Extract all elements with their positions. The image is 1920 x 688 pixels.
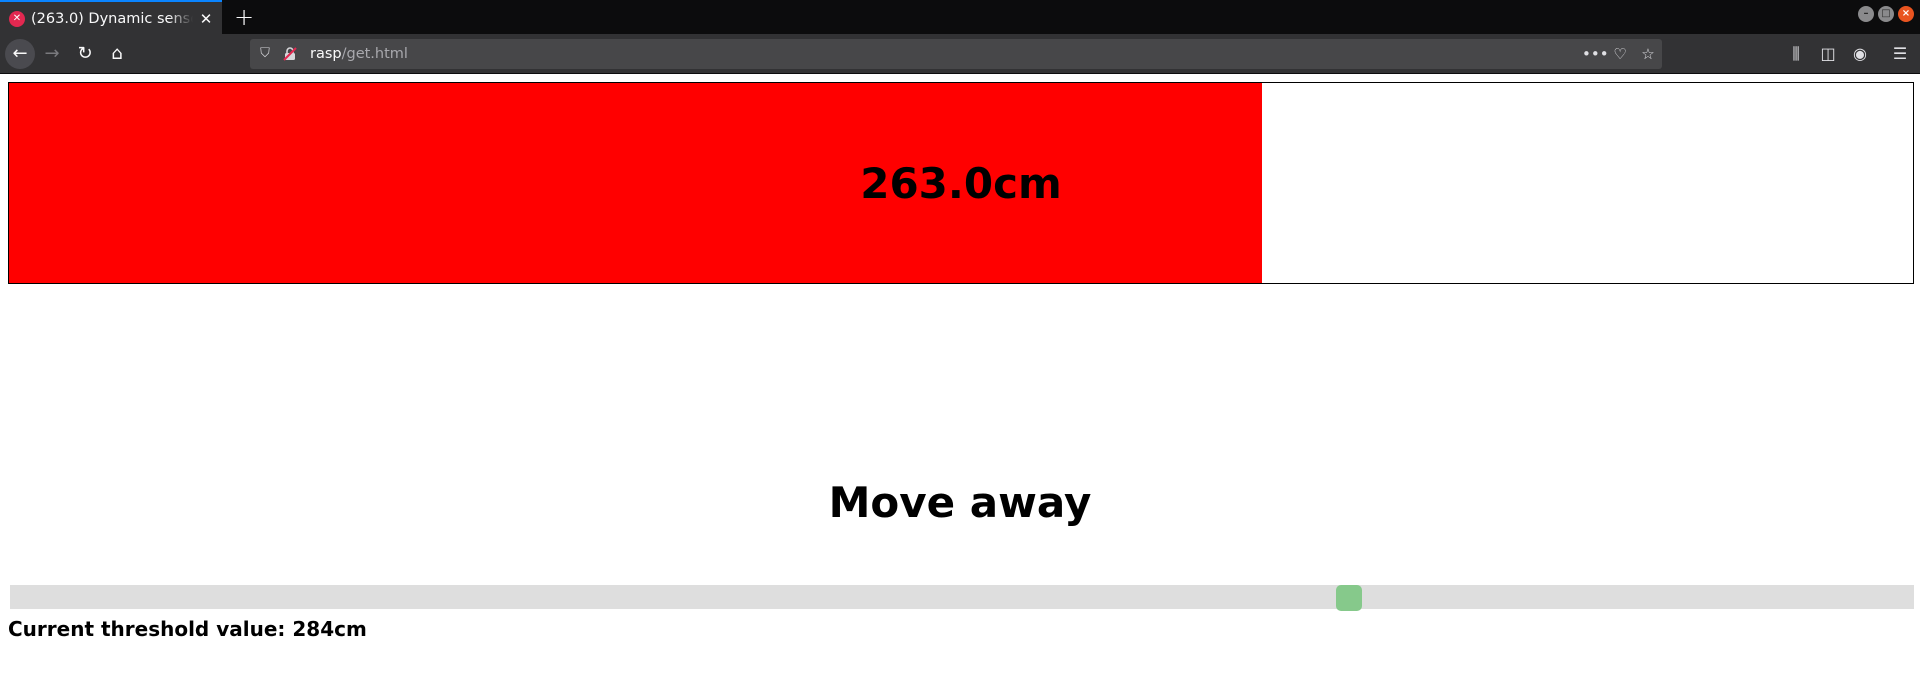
url-text[interactable]: rasp/get.html [310,39,408,69]
sidebar-icon[interactable]: ◫ [1816,42,1840,66]
maximize-icon[interactable]: □ [1878,6,1894,22]
url-path: /get.html [341,46,408,62]
threshold-label: Current threshold value: 284cm [8,617,367,641]
window-close-icon[interactable]: × [1898,6,1914,22]
account-icon[interactable]: ◉ [1848,42,1872,66]
status-message: Move away [828,478,1092,527]
distance-meter: 263.0cm [8,82,1914,284]
new-tab-button[interactable]: + [230,3,258,31]
bookmark-star-icon[interactable]: ☆ [1638,44,1658,64]
threshold-slider[interactable] [10,585,1914,611]
distance-reading: 263.0cm [860,158,1062,208]
window-controls: – □ × [1858,6,1914,22]
page-actions-icon[interactable]: ••• [1582,44,1609,64]
forward-arrow-icon[interactable]: → [37,39,67,69]
tab-bar: ✕ (263.0) Dynamic sensor distance ✕ + – … [0,0,1920,34]
shield-icon[interactable]: ⛉ [258,46,272,62]
tab-favicon-icon: ✕ [9,11,25,27]
back-arrow-icon[interactable]: ← [5,39,35,69]
reload-icon[interactable]: ↻ [70,39,100,69]
library-icon[interactable]: ⫼ [1784,42,1808,66]
active-tab[interactable]: ✕ (263.0) Dynamic sensor distance ✕ [0,0,222,34]
insecure-lock-icon[interactable] [283,47,297,61]
threshold-slider-thumb[interactable] [1335,585,1362,611]
menu-icon[interactable]: ☰ [1888,42,1912,66]
minimize-icon[interactable]: – [1858,6,1874,22]
nav-toolbar: ← → ↻ ⌂ ⛉ rasp/get.html ••• ♡ ☆ ⫼ ◫ ◉ ☰ [0,34,1920,74]
url-host: rasp [310,46,342,62]
address-bar[interactable]: ⛉ rasp/get.html ••• ♡ ☆ [250,39,1662,69]
pocket-icon[interactable]: ♡ [1610,44,1630,64]
tab-close-icon[interactable]: ✕ [197,10,215,28]
tab-title: (263.0) Dynamic sensor distance [31,11,193,27]
home-icon[interactable]: ⌂ [102,39,132,69]
